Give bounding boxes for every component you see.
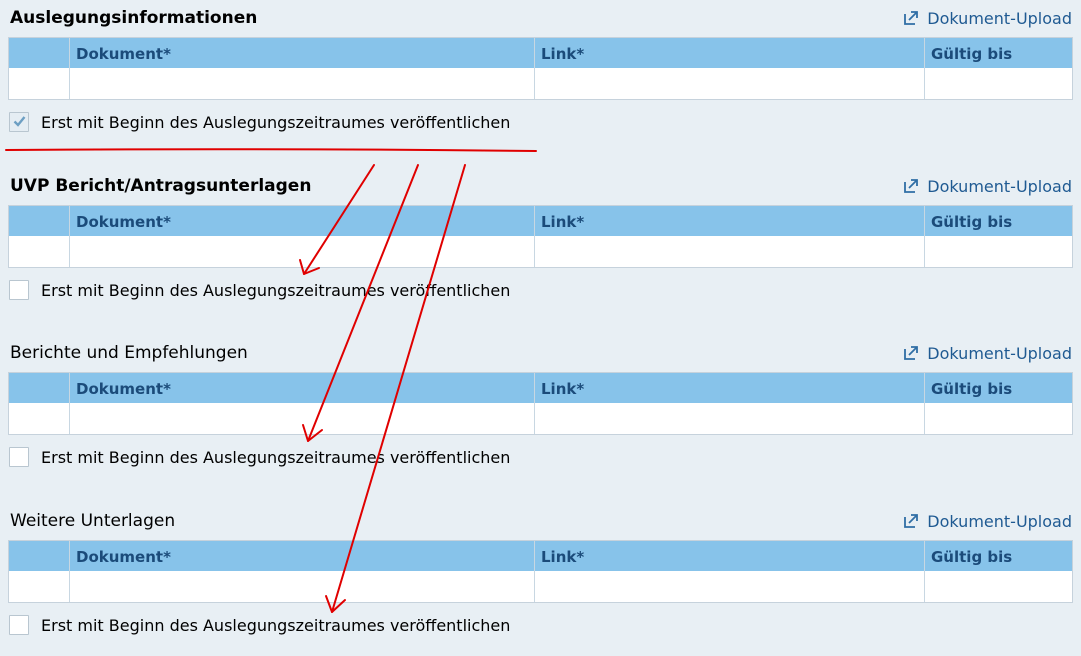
annotation-underline	[5, 148, 537, 152]
column-header-dokument: Dokument*	[76, 548, 171, 566]
section-title: UVP Bericht/Antragsunterlagen	[10, 176, 312, 196]
column-header-link: Link*	[541, 380, 585, 398]
column-divider	[924, 373, 925, 434]
publish-checkbox[interactable]	[9, 615, 29, 635]
column-header-gueltig-bis: Gültig bis	[931, 45, 1013, 63]
table-row	[9, 403, 1072, 434]
table-row	[9, 236, 1072, 267]
table-header-row: Dokument* Link* Gültig bis	[9, 541, 1072, 571]
column-divider	[924, 541, 925, 602]
publish-checkbox[interactable]	[9, 112, 29, 132]
table-header-row: Dokument* Link* Gültig bis	[9, 38, 1072, 68]
upload-label: Dokument-Upload	[927, 344, 1072, 363]
section-header: UVP Bericht/Antragsunterlagen Dokument-U…	[0, 168, 1081, 197]
column-divider	[534, 38, 535, 99]
documents-table: Dokument* Link* Gültig bis	[8, 205, 1073, 268]
column-header-link: Link*	[541, 213, 585, 231]
column-divider	[534, 373, 535, 434]
publish-checkbox[interactable]	[9, 447, 29, 467]
column-header-link: Link*	[541, 45, 585, 63]
column-header-dokument: Dokument*	[76, 380, 171, 398]
section-header: Auslegungsinformationen Dokument-Upload	[0, 0, 1081, 29]
column-divider	[924, 38, 925, 99]
document-upload-link[interactable]: Dokument-Upload	[903, 344, 1072, 364]
publish-checkbox-label: Erst mit Beginn des Auslegungszeitraumes…	[41, 281, 511, 300]
publish-checkbox-label: Erst mit Beginn des Auslegungszeitraumes…	[41, 448, 511, 467]
documents-table: Dokument* Link* Gültig bis	[8, 37, 1073, 100]
upload-label: Dokument-Upload	[927, 512, 1072, 531]
upload-arrow-icon	[904, 11, 919, 25]
document-upload-link[interactable]: Dokument-Upload	[903, 177, 1072, 197]
column-header-dokument: Dokument*	[76, 213, 171, 231]
publish-checkbox-row: Erst mit Beginn des Auslegungszeitraumes…	[9, 446, 1069, 470]
document-upload-link[interactable]: Dokument-Upload	[903, 512, 1072, 532]
publish-checkbox-row: Erst mit Beginn des Auslegungszeitraumes…	[9, 111, 1069, 135]
column-header-gueltig-bis: Gültig bis	[931, 213, 1013, 231]
section-title: Weitere Unterlagen	[10, 511, 176, 531]
table-header-row: Dokument* Link* Gültig bis	[9, 373, 1072, 403]
column-divider	[534, 541, 535, 602]
column-header-dokument: Dokument*	[76, 45, 171, 63]
column-header-link: Link*	[541, 548, 585, 566]
column-divider	[69, 206, 70, 267]
documents-table: Dokument* Link* Gültig bis	[8, 372, 1073, 435]
upload-arrow-icon	[904, 346, 919, 360]
upload-label: Dokument-Upload	[927, 9, 1072, 28]
publish-checkbox-label: Erst mit Beginn des Auslegungszeitraumes…	[41, 616, 511, 635]
documents-table: Dokument* Link* Gültig bis	[8, 540, 1073, 603]
section-header: Weitere Unterlagen Dokument-Upload	[0, 503, 1081, 532]
column-header-gueltig-bis: Gültig bis	[931, 380, 1013, 398]
table-header-row: Dokument* Link* Gültig bis	[9, 206, 1072, 236]
column-divider	[534, 206, 535, 267]
table-row	[9, 571, 1072, 602]
checkmark-icon	[13, 116, 26, 127]
column-header-gueltig-bis: Gültig bis	[931, 548, 1013, 566]
section-title: Auslegungsinformationen	[10, 8, 258, 28]
section-header: Berichte und Empfehlungen Dokument-Uploa…	[0, 335, 1081, 364]
upload-arrow-icon	[904, 514, 919, 528]
publish-checkbox[interactable]	[9, 280, 29, 300]
column-divider	[69, 38, 70, 99]
publish-checkbox-row: Erst mit Beginn des Auslegungszeitraumes…	[9, 614, 1069, 638]
upload-label: Dokument-Upload	[927, 177, 1072, 196]
upload-arrow-icon	[904, 179, 919, 193]
uvp-document-upload-page: Auslegungsinformationen Dokument-Upload …	[0, 0, 1081, 656]
column-divider	[924, 206, 925, 267]
table-row	[9, 68, 1072, 99]
publish-checkbox-label: Erst mit Beginn des Auslegungszeitraumes…	[41, 113, 511, 132]
column-divider	[69, 541, 70, 602]
section-title: Berichte und Empfehlungen	[10, 343, 248, 363]
column-divider	[69, 373, 70, 434]
publish-checkbox-row: Erst mit Beginn des Auslegungszeitraumes…	[9, 279, 1069, 303]
document-upload-link[interactable]: Dokument-Upload	[903, 9, 1072, 29]
